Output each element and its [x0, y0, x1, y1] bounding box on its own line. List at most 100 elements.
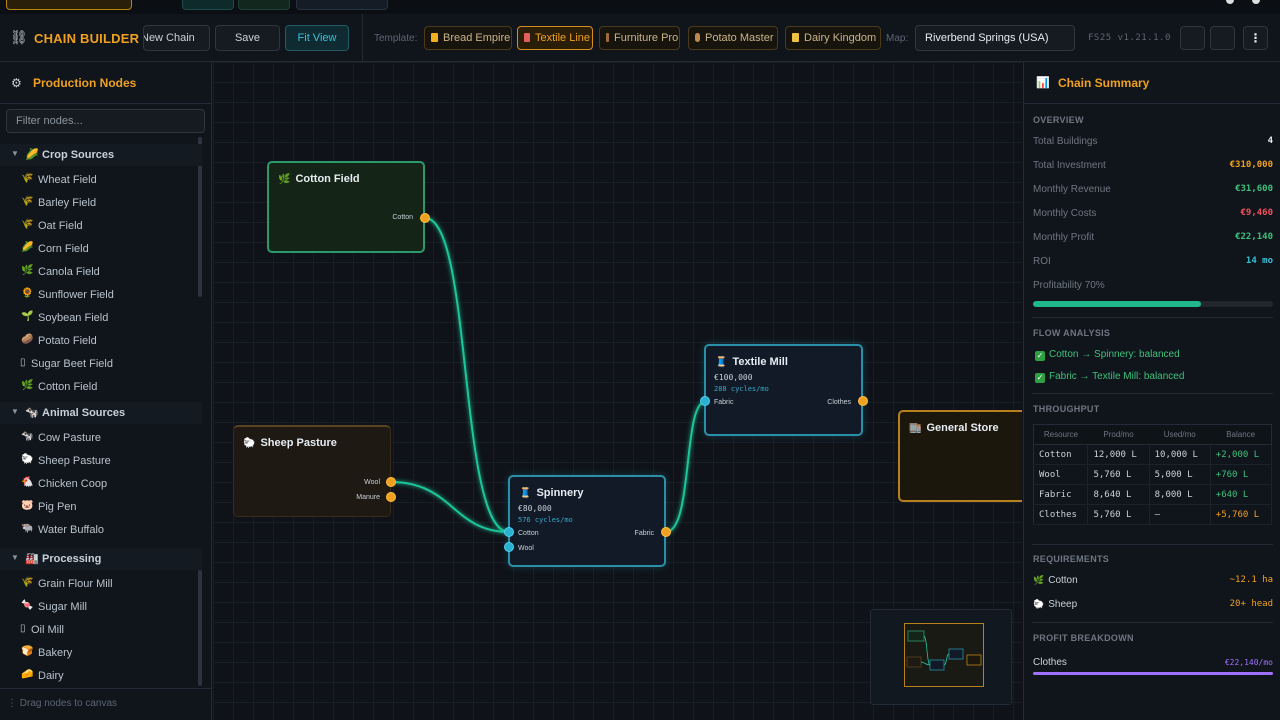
- profitability-bar-fill: [1033, 301, 1201, 307]
- stat-total-investment: Total Investment €310,000: [1033, 160, 1273, 174]
- filter-nodes-input[interactable]: [6, 109, 205, 133]
- node-title-text: Textile Mill: [732, 356, 788, 368]
- profitability-bar: [1033, 301, 1273, 307]
- stat-monthly-revenue: Monthly Revenue €31,600: [1033, 184, 1273, 198]
- node-title: 🧵 Spinnery: [519, 487, 584, 499]
- map-select[interactable]: Riverbend Springs (USA): [915, 25, 1075, 51]
- node-textile-mill[interactable]: 🧵 Textile Mill €100,000 288 cycles/mo Fab…: [704, 344, 863, 436]
- sidebar-item-sugar-beet-field[interactable]: ▯ Sugar Beet Field: [0, 353, 200, 375]
- sheep-icon: 🐑: [1033, 599, 1045, 609]
- profit-label: Clothes: [1033, 657, 1067, 668]
- input-port-wool[interactable]: [504, 542, 514, 552]
- sidebar-item-dairy[interactable]: 🧀 Dairy: [0, 665, 200, 687]
- top-tab-1[interactable]: [182, 0, 234, 10]
- sidebar-item-cotton-field[interactable]: 🌿 Cotton Field: [0, 376, 200, 398]
- sidebar-item-barley-field[interactable]: 🌾 Barley Field: [0, 192, 200, 214]
- node-cotton-field[interactable]: 🌿 Cotton Field Cotton: [267, 161, 425, 253]
- sidebar-item-canola-field[interactable]: 🌿 Canola Field: [0, 261, 200, 283]
- template-label-text: Bread Empire: [443, 32, 511, 44]
- sidebar-item-label: Soybean Field: [38, 312, 109, 324]
- buffalo-icon: 🐃: [21, 523, 34, 534]
- profit-value: €22,140/mo: [1224, 658, 1273, 667]
- sidebar-item-soybean-field[interactable]: 🌱 Soybean Field: [0, 307, 200, 329]
- template-potato-master[interactable]: Potato Master: [688, 26, 778, 50]
- sidebar-item-oil-mill[interactable]: ▯ Oil Mill: [0, 619, 200, 641]
- node-cost: €80,000: [518, 504, 552, 513]
- sidebar-item-label: Sugar Mill: [38, 601, 87, 613]
- output-port-wool[interactable]: [386, 477, 396, 487]
- node-title-text: Cotton Field: [295, 173, 360, 185]
- output-port-clothes[interactable]: [858, 396, 868, 406]
- minimap[interactable]: [870, 609, 1012, 705]
- node-cycles: 288 cycles/mo: [714, 385, 769, 393]
- minimap-viewport[interactable]: [904, 623, 984, 687]
- output-port-cotton[interactable]: [420, 213, 430, 223]
- cow-icon: 🐄: [21, 431, 34, 442]
- new-chain-button[interactable]: New Chain: [143, 25, 210, 51]
- output-port-manure[interactable]: [386, 492, 396, 502]
- sidebar-item-bakery[interactable]: 🍞 Bakery: [0, 642, 200, 664]
- milk-icon: [792, 33, 799, 42]
- template-furniture-pro[interactable]: Furniture Pro: [599, 26, 680, 50]
- column-header: Resource: [1033, 424, 1088, 445]
- sidebar-item-wheat-field[interactable]: 🌾 Wheat Field: [0, 169, 200, 191]
- sidebar-item-water-buffalo[interactable]: 🐃 Water Buffalo: [0, 519, 200, 541]
- sidebar-item-label: Sunflower Field: [38, 289, 114, 301]
- flow-item: ✓ Fabric → Textile Mill: balanced: [1035, 371, 1184, 383]
- sidebar-item-label: Potato Field: [38, 335, 97, 347]
- sidebar-item-label: Corn Field: [38, 243, 89, 255]
- sidebar-item-sunflower-field[interactable]: 🌻 Sunflower Field: [0, 284, 200, 306]
- chair-icon: [606, 33, 609, 42]
- milk-icon: 🧀: [21, 669, 34, 680]
- stat-label: Total Investment: [1033, 160, 1106, 171]
- template-dairy-kingdom[interactable]: Dairy Kingdom: [785, 26, 881, 50]
- table-cell: 5,000 L: [1149, 464, 1211, 485]
- stat-value: €9,460: [1240, 208, 1273, 218]
- node-spinnery[interactable]: 🧵 Spinnery €80,000 576 cycles/mo Cotton W…: [508, 475, 666, 567]
- template-textile-line[interactable]: Textile Line: [517, 26, 593, 50]
- node-sheep-pasture[interactable]: 🐑 Sheep Pasture Wool Manure: [233, 425, 391, 517]
- chart-icon: 📊: [1036, 76, 1050, 89]
- category-crop-sources[interactable]: ▼ 🌽 Crop Sources: [0, 144, 202, 166]
- window-close-icon[interactable]: [1252, 0, 1260, 4]
- sidebar-item-oat-field[interactable]: 🌾 Oat Field: [0, 215, 200, 237]
- template-bread-empire[interactable]: Bread Empire: [424, 26, 512, 50]
- save-button[interactable]: Save: [215, 25, 280, 51]
- toolbar-icon-button-2[interactable]: [1210, 26, 1235, 50]
- sidebar-item-chicken-coop[interactable]: 🐔 Chicken Coop: [0, 473, 200, 495]
- sidebar-item-corn-field[interactable]: 🌽 Corn Field: [0, 238, 200, 260]
- bread-icon: 🍞: [21, 646, 34, 657]
- chain-canvas[interactable]: 🌿 Cotton Field Cotton 🐑 Sheep Pasture Wool…: [213, 62, 1022, 720]
- sidebar-item-potato-field[interactable]: 🥔 Potato Field: [0, 330, 200, 352]
- sidebar-item-sugar-mill[interactable]: 🍬 Sugar Mill: [0, 596, 200, 618]
- sidebar-item-sheep-pasture[interactable]: 🐑 Sheep Pasture: [0, 450, 200, 472]
- table-cell: 8,640 L: [1087, 484, 1150, 505]
- toolbar-icon-button-1[interactable]: [1180, 26, 1205, 50]
- more-menu-icon[interactable]: ⋮: [1243, 26, 1268, 50]
- column-header: Prod/mo: [1087, 424, 1150, 445]
- table-cell: 12,000 L: [1087, 444, 1150, 465]
- window-minimize-icon[interactable]: [1226, 0, 1234, 4]
- app-title: CHAIN BUILDER: [34, 31, 140, 46]
- sidebar-item-pig-pen[interactable]: 🐷 Pig Pen: [0, 496, 200, 518]
- category-animal-sources[interactable]: ▼ 🐄 Animal Sources: [0, 402, 202, 424]
- map-label: Map:: [886, 33, 909, 44]
- input-port-cotton[interactable]: [504, 527, 514, 537]
- spool-icon: [524, 33, 530, 42]
- top-tab-2[interactable]: [238, 0, 290, 10]
- fit-view-button[interactable]: Fit View: [285, 25, 349, 51]
- output-port-fabric[interactable]: [661, 527, 671, 537]
- top-tab-3[interactable]: [296, 0, 388, 10]
- node-general-store[interactable]: 🏬 General Store: [898, 410, 1022, 502]
- category-processing[interactable]: ▼ 🏭 Processing: [0, 548, 202, 570]
- column-header: Balance: [1210, 424, 1272, 445]
- crop-icon: 🌽: [25, 149, 39, 161]
- sidebar-item-grain-flour-mill[interactable]: 🌾 Grain Flour Mill: [0, 573, 200, 595]
- sidebar-item-cow-pasture[interactable]: 🐄 Cow Pasture: [0, 427, 200, 449]
- table-row: Clothes 5,760 L — +5,760 L: [1033, 504, 1273, 525]
- top-brand-button[interactable]: [6, 0, 132, 10]
- port-label: Fabric: [714, 399, 734, 406]
- flow-text: Fabric → Textile Mill: balanced: [1049, 371, 1185, 382]
- input-port-fabric[interactable]: [700, 396, 710, 406]
- header-divider: [362, 14, 363, 62]
